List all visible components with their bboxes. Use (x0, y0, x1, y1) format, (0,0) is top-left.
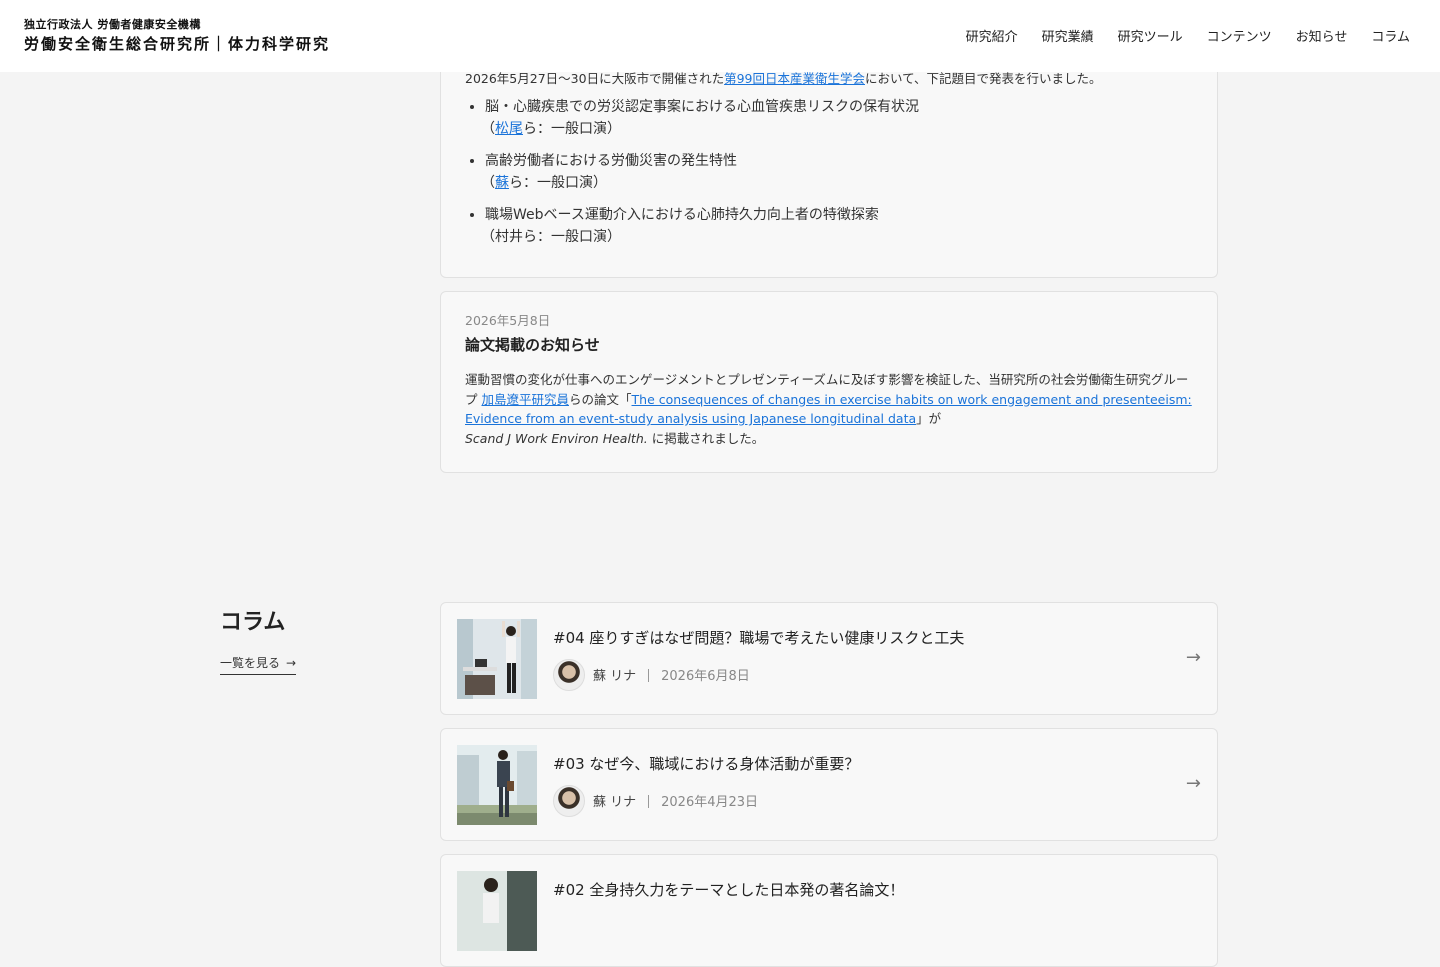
paren-open: （ (481, 121, 495, 137)
column-thumbnail (457, 619, 537, 699)
column-heading: コラム (220, 610, 286, 635)
author-name: 蘇 リナ (593, 795, 637, 810)
author-rest: ら：一般口演） (523, 121, 621, 137)
column-title: #03 なぜ今、職域における身体活動が重要？ (553, 755, 860, 773)
divider (648, 669, 650, 682)
presentation-title: 職場Webベース運動介入における心肺持久力向上者の特徴探索 (485, 207, 879, 223)
body-text: 」が (916, 411, 942, 426)
author-rest: ら：一般口演） (509, 175, 607, 191)
nav-research-achievements[interactable]: 研究業績 (1042, 26, 1094, 45)
intro-text: 2026年5月27日〜30日に大阪市で開催された (465, 71, 725, 86)
list-item: 脳・心臓疾患での労災認定事案における心血管疾患リスクの保有状況 （松尾ら：一般口… (481, 96, 919, 140)
column-date: 2026年6月8日 (661, 669, 750, 684)
news-body: 運動習慣の変化が仕事へのエンゲージメントとプレゼンティーズムに及ぼす影響を検証し… (465, 370, 1199, 448)
author-avatar (553, 659, 585, 691)
site-header: 独立行政法人 労働者健康安全機構 労働安全衛生総合研究所｜体力科学研究 研究紹介… (0, 0, 1440, 72)
column-card[interactable]: #03 なぜ今、職域における身体活動が重要？ 蘇 リナ 2026年4月23日 → (440, 728, 1218, 841)
arrow-right-icon: → (1185, 647, 1201, 668)
journal-name: Scand J Work Environ Health. (465, 430, 648, 446)
presentation-list: 脳・心臓疾患での労災認定事案における心血管疾患リスクの保有状況 （松尾ら：一般口… (467, 96, 919, 258)
column-thumbnail (457, 871, 537, 951)
list-item: 高齢労働者における労働災害の発生特性 （蘇ら：一般口演） (481, 150, 919, 194)
divider (648, 795, 650, 808)
author-link-matsuo[interactable]: 松尾 (495, 121, 523, 137)
paren-open: （ (481, 175, 495, 191)
presentation-title: 脳・心臓疾患での労災認定事案における心血管疾患リスクの保有状況 (485, 99, 919, 115)
news-title: 論文掲載のお知らせ (465, 336, 600, 354)
nav-contents[interactable]: コンテンツ (1207, 26, 1272, 45)
presentation-title: 高齢労働者における労働災害の発生特性 (485, 153, 737, 169)
column-view-all-link[interactable]: 一覧を見る → (220, 654, 297, 675)
nav-column[interactable]: コラム (1371, 26, 1410, 45)
view-all-label: 一覧を見る (220, 656, 281, 670)
presentation-author: （松尾ら：一般口演） (481, 118, 919, 140)
arrow-right-icon: → (1185, 773, 1201, 794)
presentation-author: （村井ら：一般口演） (481, 229, 621, 245)
column-thumbnail (457, 745, 537, 825)
nav-research-intro[interactable]: 研究紹介 (966, 26, 1018, 45)
column-meta: 蘇 リナ 2026年4月23日 (593, 791, 758, 810)
nav-research-tools[interactable]: 研究ツール (1118, 26, 1183, 45)
news-date: 2026年5月8日 (465, 313, 551, 328)
author-name: 蘇 リナ (593, 669, 637, 684)
column-date: 2026年4月23日 (661, 795, 759, 810)
author-link-so[interactable]: 蘇 (495, 175, 509, 191)
column-title: #02 全身持久力をテーマとした日本発の著名論文！ (553, 881, 905, 899)
news-card-paper: 2026年5月8日 論文掲載のお知らせ 運動習慣の変化が仕事へのエンゲージメント… (440, 291, 1218, 473)
news-card-conference: 2026年5月27日〜30日に大阪市で開催された第99回日本産業衛生学会において… (440, 40, 1218, 278)
org-parent-name: 独立行政法人 労働者健康安全機構 (24, 18, 201, 31)
body-text: に掲載されました。 (647, 430, 765, 446)
list-item: 職場Webベース運動介入における心肺持久力向上者の特徴探索 （村井ら：一般口演） (481, 204, 919, 248)
presentation-author: （蘇ら：一般口演） (481, 172, 919, 194)
conference-link[interactable]: 第99回日本産業衛生学会 (724, 71, 865, 86)
main-nav: 研究紹介 研究業績 研究ツール コンテンツ お知らせ コラム (966, 26, 1410, 45)
column-card[interactable]: #02 全身持久力をテーマとした日本発の著名論文！ (440, 854, 1218, 967)
author-avatar (553, 785, 585, 817)
column-title: #04 座りすぎはなぜ問題？職場で考えたい健康リスクと工夫 (553, 629, 965, 647)
column-meta: 蘇 リナ 2026年6月8日 (593, 665, 750, 684)
column-card[interactable]: #04 座りすぎはなぜ問題？職場で考えたい健康リスクと工夫 蘇 リナ 2026年6… (440, 602, 1218, 715)
nav-news[interactable]: お知らせ (1296, 26, 1348, 45)
researcher-link[interactable]: 加島遼平研究員 (481, 392, 569, 407)
intro-text-post: において、下記題目で発表を行いました。 (864, 71, 1102, 86)
site-logo-title[interactable]: 労働安全衛生総合研究所｜体力科学研究 (24, 33, 330, 54)
arrow-right-icon: → (286, 656, 297, 670)
body-text: らの論文「 (569, 391, 632, 407)
